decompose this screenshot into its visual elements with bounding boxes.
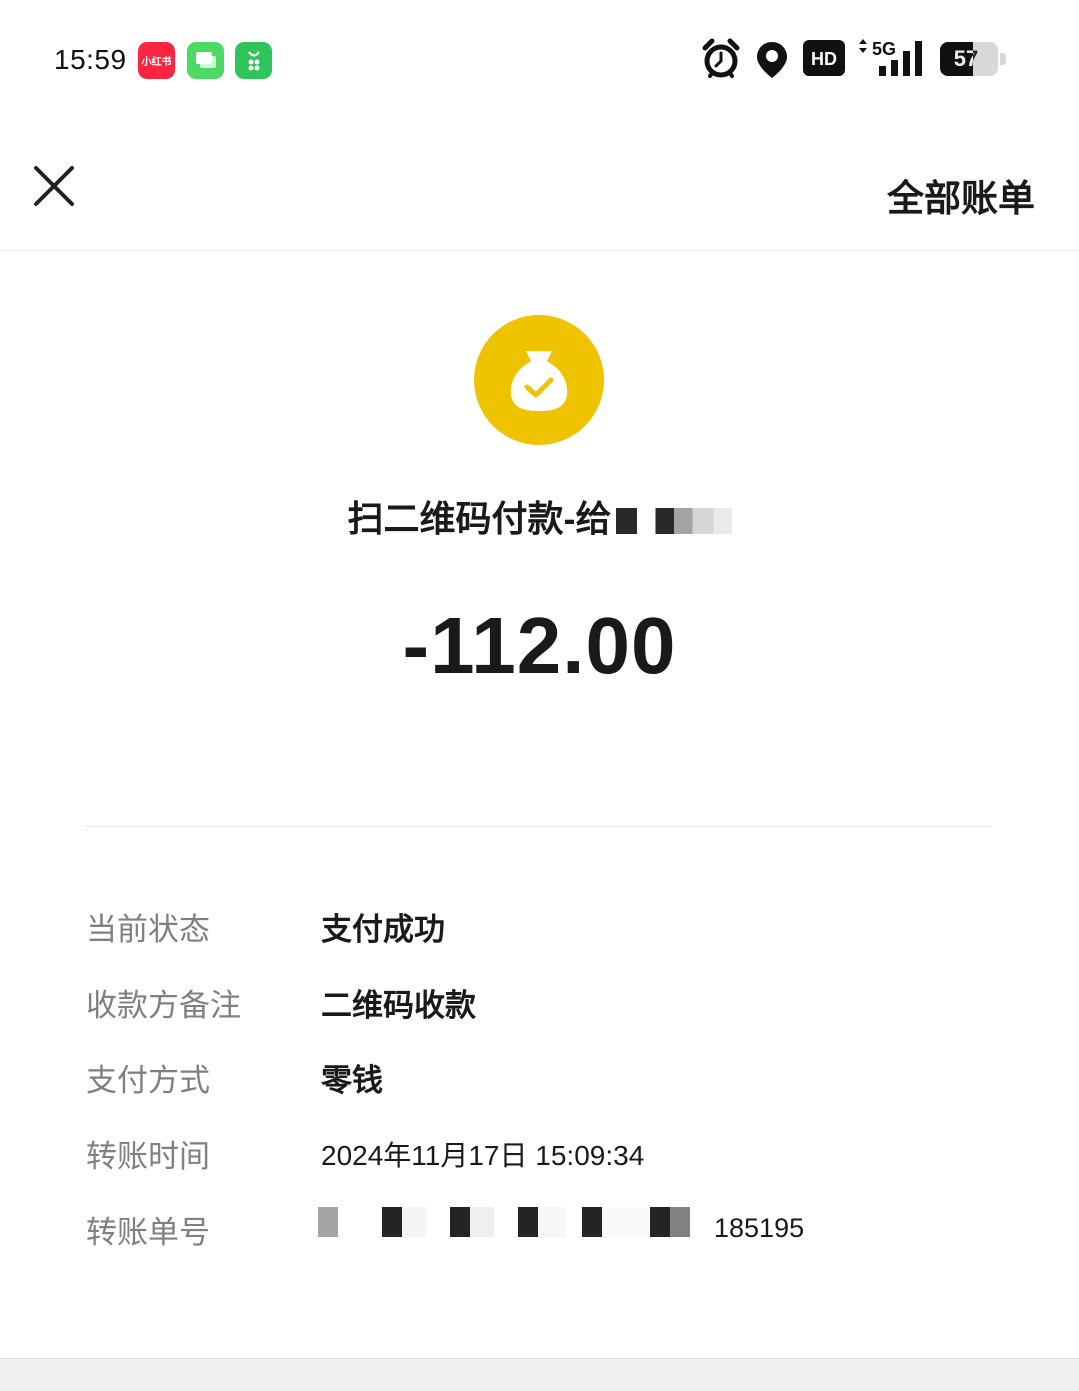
signal-5g-icon: 5G [859,39,922,76]
alarm-icon [702,38,740,78]
time-value: 2024年11月17日 15:09:34 [321,1140,645,1171]
all-bills-button[interactable]: 全部账单 [887,168,1035,222]
detail-row-status: 当前状态 支付成功 [86,904,1006,954]
battery-nub [1000,53,1006,65]
hd-label: HD [811,49,837,69]
transaction-amount: -112.00 [402,601,677,690]
redacted-payee [615,508,732,535]
app-store-icon [235,42,272,79]
detail-row-note: 收款方备注 二维码收款 [86,980,1006,1030]
status-value: 支付成功 [321,912,445,947]
method-value: 零钱 [321,1063,383,1098]
transaction-title-text: 扫二维码付款-给 [347,498,612,539]
money-bag-check-icon [474,315,604,445]
battery-icon: 57 [940,42,998,76]
close-button[interactable] [28,160,80,212]
note-value: 二维码收款 [321,988,476,1023]
network-label: 5G [872,39,896,59]
method-label: 支付方式 [86,1063,210,1098]
redacted-order-number [314,1207,714,1237]
detail-row-order: 转账单号 185195 [86,1207,1006,1257]
xiaohongshu-label: 小红书 [141,57,172,68]
note-label: 收款方备注 [86,988,241,1023]
status-label: 当前状态 [86,912,210,947]
detail-row-method: 支付方式 零钱 [86,1055,1006,1105]
order-value-visible: 185195 [714,1213,805,1243]
detail-row-time: 转账时间 2024年11月17日 15:09:34 [86,1131,1006,1181]
status-time: 15:59 [54,44,127,75]
location-icon [757,42,787,78]
order-label: 转账单号 [86,1215,210,1250]
transaction-title: 扫二维码付款-给 [0,490,1079,542]
xiaohongshu-icon: 小红书 [138,42,175,79]
close-icon [34,166,74,206]
status-bar: 15:59 小红书 HD 5G 57 [0,0,1079,120]
battery-level: 57 [953,46,979,71]
divider [85,826,992,827]
nav-bar: 全部账单 [0,120,1079,251]
bottom-bar [0,1358,1079,1391]
messages-icon [187,42,224,79]
time-label: 转账时间 [86,1139,210,1174]
hd-icon: HD [803,40,845,76]
